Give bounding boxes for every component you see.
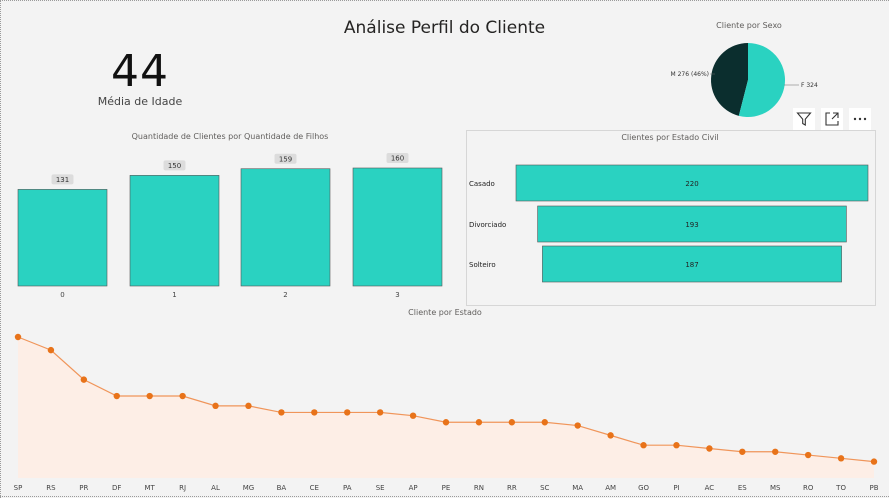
state-category-label: PR xyxy=(79,484,88,492)
state-category-label: RO xyxy=(803,484,814,492)
state-point xyxy=(212,402,219,410)
state-point xyxy=(47,346,55,354)
state-point xyxy=(113,392,120,400)
state-category-label: MT xyxy=(145,484,156,492)
state-point xyxy=(870,458,878,465)
canvas-top-border xyxy=(0,0,889,1)
canvas-bottom-border xyxy=(0,496,889,497)
civil-category-label: Casado xyxy=(469,180,495,188)
children-bar xyxy=(352,167,443,287)
state-category-label: PA xyxy=(343,484,352,492)
state-point xyxy=(673,442,680,449)
state-category-label: SP xyxy=(14,484,23,492)
state-category-label: PB xyxy=(869,484,878,492)
state-point xyxy=(475,419,483,426)
state-point xyxy=(179,392,186,400)
state-point xyxy=(278,409,285,416)
filter-icon[interactable] xyxy=(793,108,815,130)
civil-data-label: 187 xyxy=(685,261,698,269)
state-category-label: RN xyxy=(474,484,484,492)
state-point xyxy=(607,432,614,439)
state-point xyxy=(245,402,252,410)
state-category-label: AC xyxy=(705,484,715,492)
state-point xyxy=(442,419,450,426)
state-point xyxy=(804,451,812,459)
children-category-label: 2 xyxy=(283,291,287,299)
state-category-label: RS xyxy=(46,484,56,492)
children-category-label: 1 xyxy=(172,291,176,299)
state-point xyxy=(739,448,746,455)
state-point xyxy=(146,392,153,400)
state-point xyxy=(508,419,516,426)
state-category-label: BA xyxy=(277,484,287,492)
state-category-label: MS xyxy=(770,484,781,492)
kpi-average-age-label: Média de Idade xyxy=(97,95,183,108)
state-point xyxy=(344,409,351,416)
state-area-chart: SP RS PR DF MT RJ AL MG BA CE PA SE AP PE RN RR SC MA AM GO… xyxy=(14,333,879,492)
visual-header-toolbar xyxy=(793,108,871,130)
state-point xyxy=(311,409,318,416)
state-category-label: SC xyxy=(540,484,549,492)
children-data-label: 131 xyxy=(56,176,69,184)
civil-data-label: 193 xyxy=(685,221,698,229)
state-point xyxy=(574,422,581,429)
civil-status-bar-chart: 220 Casado 193 Divorciado 187 Solteiro xyxy=(469,164,869,283)
state-point xyxy=(14,333,22,341)
state-category-label: DF xyxy=(112,484,121,492)
kpi-average-age-value: 44 xyxy=(111,46,169,97)
state-category-label: PE xyxy=(442,484,451,492)
children-bar xyxy=(240,168,331,287)
state-category-label: PI xyxy=(673,484,679,492)
state-point xyxy=(409,412,417,419)
state-category-label: AL xyxy=(211,484,220,492)
state-category-label: GO xyxy=(638,484,649,492)
state-point xyxy=(376,409,384,416)
state-point xyxy=(541,419,548,426)
state-point xyxy=(706,445,713,452)
state-category-label: AP xyxy=(409,484,418,492)
state-category-label: MG xyxy=(243,484,254,492)
pie-chart-title: Cliente por Sexo xyxy=(716,21,782,30)
children-bar xyxy=(129,175,220,287)
state-category-label: SE xyxy=(376,484,385,492)
children-data-label: 160 xyxy=(391,155,404,163)
children-category-label: 3 xyxy=(395,291,399,299)
state-point xyxy=(80,376,88,383)
state-category-label: RR xyxy=(507,484,517,492)
pie-label-f: F 324 (54%) xyxy=(801,82,820,89)
civil-data-label: 220 xyxy=(685,180,698,188)
children-bar xyxy=(17,189,108,287)
pie-label-m: M 276 (46%) xyxy=(671,71,709,78)
civil-category-label: Solteiro xyxy=(469,261,496,269)
children-category-label: 0 xyxy=(60,291,64,299)
state-category-label: CE xyxy=(310,484,319,492)
children-data-label: 150 xyxy=(168,162,181,170)
state-category-label: RJ xyxy=(179,484,186,492)
children-bar-chart: 131 0 150 1 159 2 160 3 xyxy=(17,153,443,299)
children-data-label: 159 xyxy=(279,155,292,163)
civil-category-label: Divorciado xyxy=(469,221,506,229)
focus-mode-icon[interactable] xyxy=(821,108,843,130)
state-category-label: TO xyxy=(835,484,846,492)
state-area-fill xyxy=(18,337,874,478)
more-options-icon[interactable] xyxy=(849,108,871,130)
state-category-label: MA xyxy=(572,484,583,492)
state-point xyxy=(837,455,845,462)
state-chart-title: Cliente por Estado xyxy=(408,308,482,317)
state-category-label: AM xyxy=(605,484,616,492)
state-point xyxy=(772,448,779,455)
state-point xyxy=(640,442,647,449)
state-category-label: ES xyxy=(738,484,747,492)
